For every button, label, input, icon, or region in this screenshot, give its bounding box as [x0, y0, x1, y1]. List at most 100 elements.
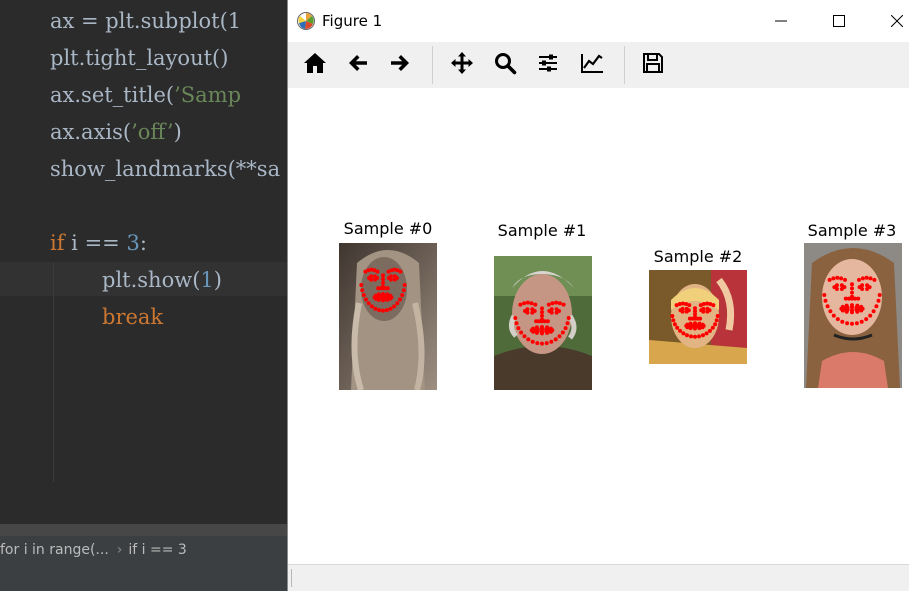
landmark-point	[672, 322, 677, 327]
landmarks-3	[822, 275, 882, 326]
landmark-point	[825, 304, 830, 309]
keyword-token: break	[102, 305, 164, 329]
landmark-point	[871, 309, 876, 314]
landmark-point	[693, 334, 697, 339]
landmark-point	[369, 304, 374, 309]
landmark-point	[554, 307, 559, 312]
code-line-3[interactable]: ax.set_title(’Samp	[50, 77, 241, 114]
landmark-point	[697, 334, 701, 339]
code-line-4[interactable]: ax.axis(’off’)	[50, 114, 182, 151]
code-line-1[interactable]: ax = plt.subplot(1	[50, 3, 241, 40]
zoom-button[interactable]	[488, 49, 522, 81]
landmark-point	[366, 301, 371, 306]
landmark-point	[876, 298, 881, 303]
breadcrumb-item-if[interactable]: if i == 3	[128, 536, 186, 564]
sample-image-1	[494, 256, 592, 390]
landmarks-2	[670, 301, 720, 339]
landmark-point	[827, 277, 832, 282]
landmark-point	[859, 319, 864, 324]
landmark-point	[854, 321, 859, 326]
pan-move-icon	[450, 51, 474, 79]
navigation-toolbar	[288, 42, 909, 88]
landmark-point	[388, 306, 393, 311]
close-button[interactable]	[868, 0, 909, 42]
sample-title-3: Sample #3	[807, 221, 897, 240]
sample-title-1: Sample #1	[497, 221, 587, 240]
configure-subplots-button[interactable]	[531, 49, 565, 81]
landmark-point	[546, 302, 551, 307]
landmark-point	[369, 274, 374, 279]
landmark-point	[678, 328, 683, 333]
landmark-point	[544, 327, 549, 332]
pan-button[interactable]	[445, 49, 479, 81]
landmark-point	[522, 334, 527, 339]
maximize-button[interactable]	[810, 0, 868, 42]
landmark-point	[675, 325, 680, 330]
sample-title-0: Sample #0	[343, 219, 433, 238]
back-arrow-icon	[346, 51, 370, 79]
landmark-point	[388, 274, 393, 279]
edit-axis-button[interactable]	[575, 49, 609, 81]
window-titlebar[interactable]: Figure 1	[288, 0, 909, 42]
forward-arrow-icon	[388, 51, 412, 79]
breadcrumb-item-for[interactable]: for i in range(...	[0, 536, 109, 564]
minimize-button[interactable]	[752, 0, 810, 42]
landmark-point	[843, 277, 847, 282]
landmark-point	[868, 276, 873, 281]
landmark-point	[835, 317, 840, 322]
landmark-point	[711, 303, 716, 308]
landmark-point	[381, 273, 385, 278]
figure-window: Figure 1 Sample #0 Sample #1 Sample #2 S…	[287, 0, 909, 591]
landmark-point	[377, 308, 382, 313]
landmark-point	[384, 308, 389, 313]
code-line-8[interactable]: plt.show(1)	[102, 262, 222, 299]
forward-button[interactable]	[383, 49, 417, 81]
landmark-point	[400, 293, 405, 298]
save-button[interactable]	[636, 49, 670, 81]
figure-canvas[interactable]: Sample #0 Sample #1 Sample #2 Sample #3	[288, 88, 909, 564]
landmark-point	[392, 274, 397, 279]
code-line-9[interactable]: break	[102, 299, 163, 336]
landmark-point	[395, 301, 400, 306]
code-editor[interactable]: ax = plt.subplot(1 plt.tight_layout() ax…	[0, 0, 290, 591]
landmark-point	[373, 274, 378, 279]
landmark-point	[364, 297, 368, 302]
landmark-point	[560, 330, 565, 335]
landmark-point	[850, 286, 854, 291]
landmark-point	[850, 305, 854, 310]
code-line-7[interactable]: if i == 3:	[50, 225, 147, 262]
sample-image-3	[804, 243, 902, 388]
landmarks-0	[359, 267, 407, 313]
landmark-point	[689, 323, 694, 328]
landmark-point	[877, 293, 882, 297]
horizontal-scrollbar[interactable]	[0, 524, 290, 536]
landmark-point	[513, 316, 518, 320]
landmark-point	[872, 277, 877, 282]
landmark-point	[689, 334, 693, 339]
editor-bottom-strip	[0, 564, 290, 591]
landmark-point	[514, 321, 519, 326]
home-button[interactable]	[298, 49, 332, 81]
code-text: plt.tight_layout()	[50, 46, 229, 70]
landmark-point	[693, 322, 697, 327]
configure-subplots-icon	[536, 51, 560, 79]
code-line-2[interactable]: plt.tight_layout()	[50, 40, 228, 77]
landmark-point	[701, 333, 705, 338]
home-icon	[303, 51, 327, 79]
landmark-point	[540, 306, 544, 311]
back-button[interactable]	[341, 49, 375, 81]
landmark-point	[540, 341, 544, 346]
landmark-point	[398, 297, 402, 302]
code-line-5[interactable]: show_landmarks(**sa	[50, 151, 280, 188]
landmark-point	[828, 309, 833, 314]
landmark-point	[670, 314, 675, 318]
code-text: ax.axis(	[50, 120, 132, 144]
landmark-point	[845, 305, 850, 310]
sample-image-2	[649, 270, 747, 364]
landmark-point	[854, 305, 859, 310]
landmark-point	[540, 326, 544, 331]
landmark-point	[550, 301, 555, 306]
landmark-point	[516, 326, 521, 331]
landmark-point	[525, 307, 530, 312]
landmark-point	[705, 306, 710, 311]
